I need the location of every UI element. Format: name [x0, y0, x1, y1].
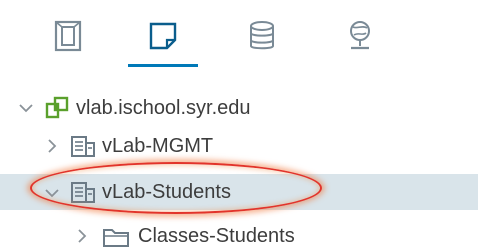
tree-item-label: Classes-Students — [138, 225, 295, 247]
active-tab-indicator — [128, 64, 198, 67]
folder-icon — [102, 226, 130, 248]
tab-vms-and-templates[interactable] — [133, 6, 193, 66]
tab-storage[interactable] — [232, 6, 292, 66]
tree-item-datacenter[interactable]: vLab-MGMT — [0, 128, 478, 164]
datacenter-icon — [70, 180, 96, 209]
tree-item-label: vLab-MGMT — [102, 135, 214, 157]
chevron-right-icon[interactable] — [76, 228, 88, 248]
chevron-right-icon[interactable] — [46, 138, 58, 159]
navigator-tabs — [0, 0, 478, 72]
navigator-panel: vlab.ischool.syr.edu vLab-MGMT vLab-Stud… — [0, 0, 478, 248]
tree-item-datacenter-selected[interactable]: vLab-Students — [0, 174, 478, 210]
tree-item-vcenter[interactable]: vlab.ischool.syr.edu — [0, 90, 478, 126]
tree-item-label: vLab-Students — [102, 181, 231, 203]
chevron-down-icon[interactable] — [18, 101, 34, 119]
database-icon — [248, 20, 276, 52]
vms-templates-icon — [147, 20, 179, 52]
datacenter-icon — [70, 134, 96, 163]
tree-item-folder[interactable]: Classes-Students — [0, 218, 478, 248]
tab-networking[interactable] — [330, 6, 390, 66]
vcenter-icon — [45, 96, 69, 125]
tree-item-label: vlab.ischool.syr.edu — [76, 97, 251, 119]
tab-hosts-and-clusters[interactable] — [38, 6, 98, 66]
network-globe-icon — [345, 19, 375, 53]
hosts-clusters-icon — [53, 20, 83, 52]
chevron-down-icon[interactable] — [44, 186, 60, 204]
